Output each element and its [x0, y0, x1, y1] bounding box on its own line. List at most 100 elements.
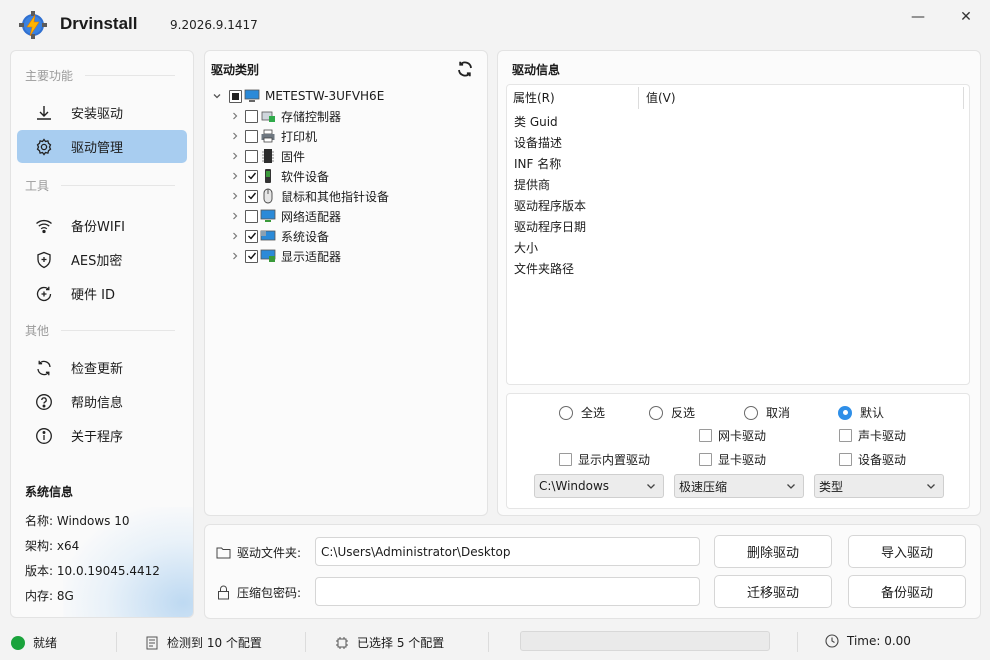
compression-select[interactable]: 极速压缩 [674, 474, 804, 498]
chevron-right-icon[interactable] [229, 150, 241, 162]
sidebar-item-driver-manage[interactable]: 驱动管理 [17, 130, 187, 163]
table-row[interactable]: 驱动程序版本 [514, 197, 586, 214]
close-button[interactable]: ✕ [948, 6, 984, 28]
minimize-button[interactable]: — [900, 6, 936, 28]
table-row[interactable]: 驱动程序日期 [514, 218, 586, 235]
password-input[interactable] [315, 577, 700, 606]
tree-item-checkbox[interactable] [245, 189, 258, 203]
tree-item-checkbox[interactable] [245, 149, 258, 163]
table-row[interactable]: 类 Guid [514, 113, 558, 130]
password-label: 压缩包密码: [215, 584, 301, 601]
sidebar-item-help[interactable]: 帮助信息 [17, 385, 187, 418]
tree-item[interactable]: 存储控制器 [229, 106, 341, 126]
chevron-right-icon[interactable] [229, 190, 241, 202]
driver-info-table[interactable]: 属性(R) 值(V) 类 Guid 设备描述 INF 名称 提供商 驱动程序版本… [506, 84, 970, 385]
backup-driver-button[interactable]: 备份驱动 [848, 575, 966, 608]
chevron-down-icon [647, 484, 655, 489]
radio-cancel[interactable]: 取消 [744, 404, 790, 421]
checkbox-indicator[interactable] [839, 453, 852, 466]
tree-root[interactable]: METESTW-3UFVH6E [211, 86, 384, 106]
chevron-right-icon[interactable] [229, 230, 241, 242]
firmware-icon [260, 148, 276, 164]
checkbox-nic-driver[interactable]: 网卡驱动 [699, 427, 766, 444]
sysinfo-title: 系统信息 [25, 485, 74, 499]
radio-default[interactable]: 默认 [838, 404, 884, 421]
chevron-right-icon[interactable] [229, 170, 241, 182]
column-header-value[interactable]: 值(V) [646, 89, 676, 106]
sidebar-item-install[interactable]: 安装驱动 [17, 96, 187, 129]
radio-indicator[interactable] [838, 405, 852, 420]
sidebar-item-label: 安装驱动 [71, 107, 124, 122]
password-label-text: 压缩包密码: [237, 586, 302, 600]
radio-invert[interactable]: 反选 [649, 404, 695, 421]
path-select[interactable]: C:\Windows [534, 474, 664, 498]
table-row[interactable]: 设备描述 [514, 134, 562, 151]
tree-item-checkbox[interactable] [245, 229, 258, 243]
bottom-panel: 驱动文件夹: C:\Users\Administrator\Desktop 压缩… [204, 524, 981, 619]
checkbox-sound-driver[interactable]: 声卡驱动 [839, 427, 906, 444]
checkbox-indicator[interactable] [839, 429, 852, 442]
chevron-down-icon[interactable] [211, 90, 223, 102]
app-name: Drvinstall [60, 14, 138, 33]
tree-item[interactable]: 鼠标和其他指针设备 [229, 186, 389, 206]
type-select[interactable]: 类型 [814, 474, 944, 498]
tree-item[interactable]: 网络适配器 [229, 206, 341, 226]
tree-item[interactable]: 显示适配器 [229, 246, 341, 266]
table-row[interactable]: 提供商 [514, 176, 550, 193]
close-icon: ✕ [960, 9, 972, 25]
driver-category-panel: 驱动类别 METESTW-3UFVH6E 存储控制器 打印机 固件 软件设备 鼠… [204, 50, 488, 516]
tree-item-checkbox[interactable] [245, 249, 258, 263]
chevron-right-icon[interactable] [229, 110, 241, 122]
tree-item-label: 固件 [281, 149, 306, 164]
checkbox-label: 声卡驱动 [858, 429, 907, 443]
chevron-right-icon[interactable] [229, 250, 241, 262]
compression-select-value: 极速压缩 [679, 479, 728, 494]
table-row[interactable]: 大小 [514, 239, 538, 256]
refresh-tree-button[interactable] [455, 59, 475, 79]
migrate-driver-button[interactable]: 迁移驱动 [714, 575, 832, 608]
checkbox-indicator[interactable] [699, 453, 712, 466]
sysinfo-arch: 架构: x64 [25, 539, 80, 553]
column-header-property[interactable]: 属性(R) [513, 89, 555, 106]
folder-input[interactable]: C:\Users\Administrator\Desktop [315, 537, 700, 566]
tree-item[interactable]: 系统设备 [229, 226, 329, 246]
table-row[interactable]: INF 名称 [514, 155, 561, 172]
sidebar-item-wifi-backup[interactable]: 备份WIFI [17, 209, 187, 242]
chevron-right-icon[interactable] [229, 210, 241, 222]
sidebar-item-aes[interactable]: AES加密 [17, 243, 187, 276]
radio-select-all[interactable]: 全选 [559, 404, 605, 421]
section-other: 其他 [25, 322, 175, 339]
status-ready: 就绪 [11, 634, 57, 651]
checkbox-builtin-driver[interactable]: 显示内置驱动 [559, 451, 650, 468]
checkbox-label: 显卡驱动 [718, 453, 767, 467]
sidebar-item-label: 关于程序 [71, 430, 124, 445]
sidebar-item-label: 硬件 ID [71, 288, 115, 303]
tree-item-checkbox[interactable] [245, 109, 258, 123]
tree-root-checkbox[interactable] [229, 89, 242, 103]
checkbox-indicator[interactable] [559, 453, 572, 466]
system-device-icon [260, 228, 276, 244]
tree-item-checkbox[interactable] [245, 129, 258, 143]
radio-indicator[interactable] [559, 405, 573, 420]
tree-item-checkbox[interactable] [245, 169, 258, 183]
driver-info-panel: 驱动信息 属性(R) 值(V) 类 Guid 设备描述 INF 名称 提供商 驱… [497, 50, 981, 516]
radio-indicator[interactable] [744, 405, 758, 420]
status-selected: 已选择 5 个配置 [335, 634, 444, 651]
tree-item[interactable]: 固件 [229, 146, 305, 166]
tree-item[interactable]: 软件设备 [229, 166, 329, 186]
checkbox-device-driver[interactable]: 设备驱动 [839, 451, 906, 468]
tree-item-checkbox[interactable] [245, 209, 258, 223]
sidebar-item-check-update[interactable]: 检查更新 [17, 351, 187, 384]
chevron-right-icon[interactable] [229, 130, 241, 142]
tree-item-label: 鼠标和其他指针设备 [281, 189, 390, 204]
import-driver-button[interactable]: 导入驱动 [848, 535, 966, 568]
checkbox-gpu-driver[interactable]: 显卡驱动 [699, 451, 766, 468]
delete-driver-button[interactable]: 删除驱动 [714, 535, 832, 568]
checkbox-indicator[interactable] [699, 429, 712, 442]
table-row[interactable]: 文件夹路径 [514, 260, 574, 277]
tree-item-label: 存储控制器 [281, 109, 342, 124]
radio-indicator[interactable] [649, 405, 663, 420]
tree-item[interactable]: 打印机 [229, 126, 317, 146]
sidebar-item-about[interactable]: 关于程序 [17, 419, 187, 452]
sidebar-item-hardware-id[interactable]: 硬件 ID [17, 277, 187, 310]
